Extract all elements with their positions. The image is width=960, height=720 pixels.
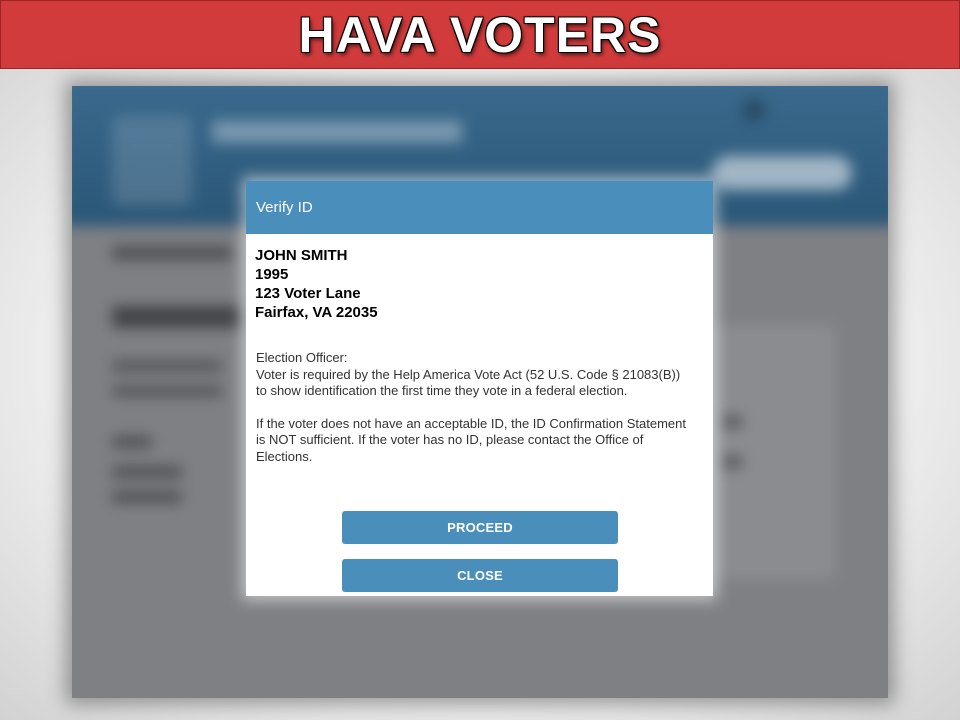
blurred-text <box>112 466 182 478</box>
slide-banner: HAVA VOTERS <box>0 0 960 69</box>
voter-street: 123 Voter Lane <box>255 285 361 302</box>
blurred-text <box>112 436 152 448</box>
voter-city-state-zip: Fairfax, VA 22035 <box>255 304 378 321</box>
blurred-text <box>112 246 232 260</box>
app-header-button <box>712 156 852 190</box>
notice-heading: Election Officer: <box>256 350 348 365</box>
blurred-text <box>112 361 222 371</box>
dialog-title: Verify ID <box>256 199 313 216</box>
voter-info: JOHN SMITH 1995 123 Voter Lane Fairfax, … <box>246 234 713 322</box>
blurred-text <box>112 386 222 396</box>
app-header-title-placeholder <box>212 121 462 143</box>
notice-paragraph-1: Voter is required by the Help America Vo… <box>256 366 681 399</box>
notice-paragraph-2: If the voter does not have an acceptable… <box>256 415 686 464</box>
blurred-text <box>722 456 742 468</box>
blurred-text <box>112 491 182 503</box>
banner-title: HAVA VOTERS <box>298 6 662 63</box>
proceed-button[interactable]: PROCEED <box>342 511 618 544</box>
blurred-side-card <box>702 326 834 578</box>
verify-id-dialog: Verify ID JOHN SMITH 1995 123 Voter Lane… <box>246 181 713 596</box>
voter-year: 1995 <box>255 266 289 283</box>
close-button[interactable]: CLOSE <box>342 559 618 592</box>
app-header-icon <box>742 98 766 122</box>
blurred-text <box>722 416 742 428</box>
app-logo <box>112 116 192 206</box>
dialog-header: Verify ID <box>246 181 713 234</box>
blurred-heading <box>112 306 242 328</box>
voter-name: JOHN SMITH <box>255 247 348 264</box>
election-officer-notice: Election Officer: Voter is required by t… <box>246 322 713 465</box>
